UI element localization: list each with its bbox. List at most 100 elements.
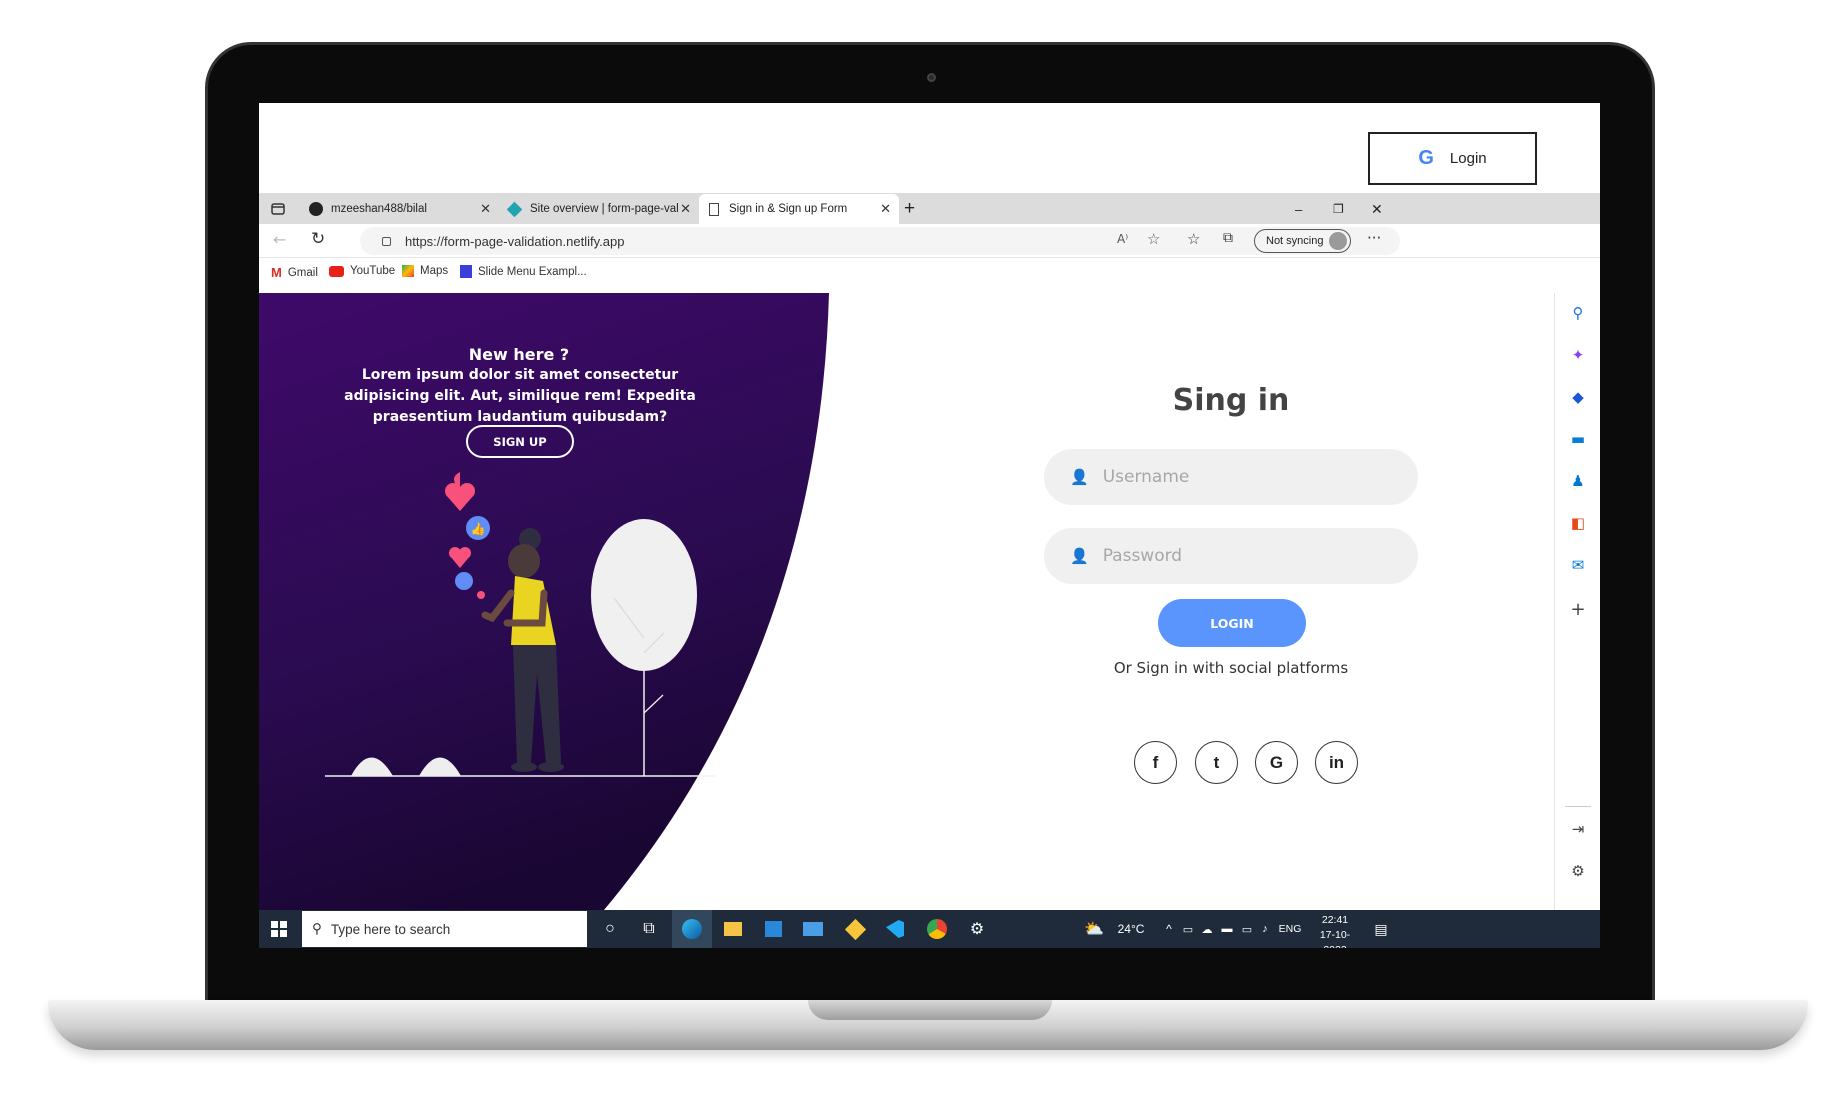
chrome-icon[interactable] [921,910,953,948]
google-icon[interactable]: G [1255,741,1298,784]
close-icon[interactable]: ✕ [880,201,891,217]
refresh-icon[interactable]: ↻ [311,229,325,249]
clock[interactable]: 22:41 17-10-2022 [1309,913,1361,948]
volume-icon[interactable]: ♪ [1255,910,1275,948]
temperature[interactable]: 24°C [1111,910,1151,948]
back-icon[interactable]: ← [273,230,286,249]
signin-title: Sing in [1172,383,1290,418]
profile-icon [1329,232,1347,250]
user-icon: 👤 [1070,547,1089,565]
screen: G Login mzeeshan488/bilal ✕ Site overvie… [259,103,1600,948]
copilot-icon[interactable]: ✦ [1568,345,1588,365]
shopping-icon[interactable]: ◆ [1568,387,1588,407]
close-icon[interactable]: ✕ [680,201,691,217]
search-icon: ⚲ [312,921,322,936]
show-hidden-icons-icon[interactable]: ^ [1159,910,1179,948]
tab-github[interactable]: mzeeshan488/bilal ✕ [303,194,499,224]
bookmark-slide-menu[interactable]: Slide Menu Exampl... [460,265,587,278]
bookmark-maps[interactable]: Maps [402,265,448,277]
store-icon[interactable] [757,910,789,948]
office-icon[interactable]: ◧ [1568,513,1588,533]
social-text: Or Sign in with social platforms [1113,659,1349,677]
tab-actions-icon[interactable] [271,194,291,224]
read-aloud-icon[interactable]: A⁾ [1117,232,1128,246]
onedrive-icon[interactable]: ☁ [1197,910,1217,948]
add-icon[interactable]: + [1568,599,1588,620]
password-placeholder: Password [1102,546,1183,566]
tab-netlify[interactable]: Site overview | form-page-valida ✕ [501,194,699,224]
vscode-icon[interactable] [879,910,911,948]
cortana-icon[interactable]: ○ [595,910,625,948]
tab-label: Sign in & Sign up Form [729,203,848,215]
taskbar-search[interactable]: ⚲ Type here to search [302,911,587,947]
mail-icon[interactable] [797,910,829,948]
username-placeholder: Username [1102,467,1190,487]
password-field[interactable]: 👤 Password [1044,528,1418,584]
network-icon[interactable]: ▬ [1217,910,1237,948]
weather-icon[interactable]: ⛅ [1079,910,1109,948]
task-view-icon[interactable]: ⧉ [634,910,664,948]
window-close-icon[interactable]: ✕ [1371,194,1383,224]
games-icon[interactable]: ♟ [1568,471,1588,491]
git-icon[interactable] [839,910,871,948]
codepen-icon [460,265,472,278]
taskbar: ⚲ Type here to search ○ ⧉ ⚙ ⛅ 24°C ^ ▭ ☁… [259,910,1600,948]
close-icon[interactable]: ✕ [480,201,491,217]
user-icon: 👤 [1070,468,1089,486]
lock-icon [382,236,391,246]
netlify-icon [506,201,523,217]
bookmark-youtube[interactable]: YouTube [329,265,395,277]
add-favorite-icon[interactable]: ☆ [1147,230,1160,248]
url-text: https://form-page-validation.netlify.app [405,233,625,249]
facebook-icon[interactable]: f [1134,741,1177,784]
date: 17-10-2022 [1319,929,1351,948]
top-area: G Login [259,103,1600,193]
language[interactable]: ENG [1275,910,1305,948]
display-icon[interactable]: ▭ [1237,910,1257,948]
bookmark-label: Gmail [287,266,318,279]
battery-icon[interactable]: ▭ [1179,910,1197,948]
username-field[interactable]: 👤 Username [1044,449,1418,505]
search-icon[interactable]: ⚲ [1568,303,1588,323]
file-explorer-icon[interactable] [717,910,749,948]
tab-signin[interactable]: Sign in & Sign up Form ✕ [699,194,899,224]
sync-label: Not syncing [1266,235,1324,247]
bookmarks-bar: M Gmail YouTube Maps Slide Menu Exampl..… [259,258,1600,288]
svg-text:👍: 👍 [471,522,486,536]
bookmark-label: Maps [420,265,449,277]
tab-bar: mzeeshan488/bilal ✕ Site overview | form… [259,193,1600,224]
twitter-icon[interactable]: t [1195,741,1238,784]
minimize-icon[interactable]: – [1295,194,1302,224]
signup-text: Lorem ipsum dolor sit amet consectetur a… [344,367,696,425]
edge-icon[interactable] [672,910,712,948]
google-login-button[interactable]: G Login [1368,132,1537,185]
google-icon: G [1418,147,1434,169]
new-tab-icon[interactable]: + [904,194,924,224]
settings-icon[interactable]: ⚙ [961,910,993,948]
tab-label: Site overview | form-page-valida [530,203,678,215]
bookmark-label: Slide Menu Exampl... [478,265,587,278]
time: 22:41 [1321,914,1349,926]
tools-icon[interactable]: ▬ [1568,429,1588,449]
login-button[interactable]: LOGIN [1158,599,1306,647]
windows-start-icon[interactable] [267,910,291,948]
notifications-icon[interactable]: ▤ [1369,910,1393,948]
collections-icon[interactable]: ⧉ [1223,230,1233,246]
restore-icon[interactable]: ❐ [1333,194,1344,224]
search-placeholder: Type here to search [330,921,451,937]
page-content: 👍 New here ? Lorem ipsum dolor sit amet … [259,293,1554,910]
gmail-icon: M [271,265,282,280]
settings-icon[interactable]: ⚙ [1568,861,1588,881]
bookmark-gmail[interactable]: M Gmail [271,265,318,280]
url-field[interactable]: https://form-page-validation.netlify.app [360,227,1400,255]
google-login-label: Login [1449,150,1487,167]
signup-button-label: SIGN UP [493,434,547,449]
outlook-icon[interactable]: ✉ [1568,555,1588,575]
more-icon[interactable]: ··· [1367,229,1381,247]
hide-sidebar-icon[interactable]: ⇥ [1568,819,1588,839]
signup-button[interactable]: SIGN UP [466,425,574,458]
sync-button[interactable]: Not syncing [1254,229,1351,253]
linkedin-icon[interactable]: in [1315,741,1358,784]
login-button-label: LOGIN [1210,615,1254,631]
favorites-icon[interactable]: ☆ [1187,230,1200,248]
